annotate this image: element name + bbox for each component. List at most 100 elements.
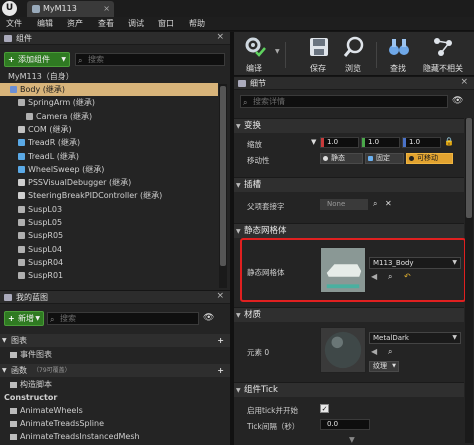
add-component-button[interactable]: + 添加组件 ▼	[4, 52, 70, 67]
component-tick-title: 组件Tick	[244, 385, 278, 395]
components-scrollbar[interactable]	[219, 84, 227, 288]
menu-debug[interactable]: 调试	[128, 18, 144, 29]
close-icon[interactable]: ×	[216, 32, 224, 42]
scale-y-field[interactable]: 1.0	[361, 137, 400, 148]
static-mesh-category[interactable]: ▼ 静态网格体	[234, 223, 464, 238]
menu-help[interactable]: 帮助	[189, 18, 205, 29]
scale-x-field[interactable]: 1.0	[320, 137, 359, 148]
use-selected-icon[interactable]: ◀	[371, 347, 377, 356]
start-with-tick-checkbox[interactable]: ✓	[320, 404, 329, 413]
component-tree-item[interactable]: SpringArm (继承)	[0, 96, 218, 109]
save-button[interactable]: 保存	[300, 34, 336, 74]
scale-z-field[interactable]: 1.0	[402, 137, 441, 148]
component-tree-item[interactable]: TreadR (继承)	[0, 136, 218, 149]
component-icon	[18, 125, 25, 133]
eye-icon[interactable]: 👁	[452, 96, 463, 106]
menu-view[interactable]: 查看	[98, 18, 114, 29]
eye-icon[interactable]: 👁	[203, 313, 214, 323]
menu-edit[interactable]: 编辑	[37, 18, 53, 29]
function-icon	[10, 434, 17, 440]
dropdown-arrow-icon[interactable]: ▼	[311, 138, 316, 146]
component-tree-item[interactable]: PSSVisualDebugger (继承)	[0, 176, 218, 189]
component-tree-item[interactable]: Camera (继承)	[0, 110, 218, 123]
component-tree-item[interactable]: SuspR05	[0, 229, 218, 242]
sockets-category[interactable]: ▼ 插槽	[234, 177, 464, 192]
document-tab[interactable]: MyM113 ×	[27, 1, 114, 17]
component-tick-category[interactable]: ▼ 组件Tick	[234, 382, 464, 397]
component-tree-item[interactable]: COM (继承)	[0, 123, 218, 136]
component-icon	[18, 99, 25, 107]
component-tree-item[interactable]: SuspR04	[0, 256, 218, 269]
expand-arrow-icon[interactable]: ▼	[349, 435, 355, 444]
graphs-section[interactable]: ▼ 图表 +	[0, 334, 230, 347]
chevron-down-icon: ▼	[236, 312, 241, 319]
function-icon	[10, 382, 17, 388]
close-icon[interactable]: ×	[460, 77, 468, 87]
components-search-input[interactable]: ⌕ 搜索	[75, 53, 225, 66]
parent-socket-field[interactable]: None	[320, 199, 368, 210]
search-icon[interactable]: ⌕	[388, 347, 392, 357]
details-search-input[interactable]: ⌕ 搜索详情	[240, 95, 448, 108]
event-graph-item[interactable]: 事件图表	[0, 349, 220, 361]
component-tree-item[interactable]: SuspR01	[0, 269, 218, 282]
component-label: SpringArm (继承)	[28, 98, 96, 108]
functions-section[interactable]: ▼ 函数 （79可覆盖） +	[0, 364, 230, 377]
component-tree-item[interactable]: SuspL05	[0, 216, 218, 229]
blueprint-toolbar: 编译 ▼ 保存 浏览 查找 隐藏不相关	[234, 32, 474, 76]
mobility-static-button[interactable]: 静态	[320, 153, 363, 164]
component-label: TreadL (继承)	[28, 151, 79, 161]
component-tree-item[interactable]: TreadL (继承)	[0, 150, 218, 163]
chevron-down-icon[interactable]: ▼	[275, 48, 280, 55]
construction-script-item[interactable]: 构造脚本	[0, 379, 220, 391]
component-tree-item[interactable]: WheelSweep (继承)	[0, 163, 218, 176]
menu-window[interactable]: 窗口	[158, 18, 174, 29]
component-tree-item[interactable]: SuspL04	[0, 243, 218, 256]
material-thumbnail[interactable]	[320, 327, 366, 373]
function-item[interactable]: AnimateTreadsSpline	[0, 418, 220, 430]
component-tree-item[interactable]: Body (继承)	[0, 83, 218, 96]
details-icon	[238, 80, 246, 87]
chevron-down-icon: ▼	[392, 363, 396, 369]
toolbar-divider	[376, 42, 377, 68]
menu-file[interactable]: 文件	[6, 18, 22, 29]
component-icon	[18, 179, 25, 187]
add-graph-icon[interactable]: +	[217, 334, 224, 347]
graphs-label: 图表	[11, 336, 27, 345]
close-icon[interactable]: ×	[103, 1, 110, 17]
browse-button[interactable]: 浏览	[335, 34, 371, 74]
close-icon[interactable]: ×	[216, 291, 224, 301]
stationary-icon	[368, 156, 373, 161]
component-tree-item[interactable]: SteeringBreakPIDController (继承)	[0, 189, 218, 202]
hide-unrelated-button[interactable]: 隐藏不相关	[420, 34, 466, 74]
clear-icon[interactable]: ✕	[385, 199, 392, 208]
menu-assets[interactable]: 资产	[67, 18, 83, 29]
mobility-movable-button[interactable]: 可移动	[406, 153, 453, 164]
scrollbar-thumb[interactable]	[466, 118, 472, 218]
materials-category[interactable]: ▼ 材质	[234, 307, 464, 322]
blueprint-search-input[interactable]: ⌕ 搜索	[47, 312, 199, 325]
component-root[interactable]: MyM113（自身）	[0, 70, 218, 83]
texture-button[interactable]: 纹理 ▼	[369, 361, 399, 372]
transform-category[interactable]: ▼ 变换	[234, 118, 464, 133]
function-item[interactable]: AnimateTreadsInstancedMesh	[0, 431, 220, 443]
compile-button[interactable]: 编译	[236, 34, 272, 74]
mobility-static-label: 静态	[331, 154, 345, 162]
add-function-icon[interactable]: +	[217, 364, 224, 377]
chevron-down-icon: ▼	[236, 387, 241, 394]
new-button[interactable]: + 新增 ▼	[4, 311, 44, 326]
mobility-stationary-button[interactable]: 固定	[365, 153, 404, 164]
material-dropdown[interactable]: MetalDark ▼	[369, 332, 461, 344]
tick-interval-field[interactable]: 0.0	[320, 419, 370, 430]
compile-label: 编译	[246, 64, 262, 73]
component-tree-item[interactable]: SuspL03	[0, 203, 218, 216]
details-scrollbar[interactable]	[465, 118, 473, 443]
search-icon[interactable]: ⌕	[373, 199, 377, 209]
details-header: 细节 ×	[234, 77, 474, 90]
lock-icon[interactable]: 🔒	[444, 137, 454, 146]
scrollbar-thumb[interactable]	[220, 86, 226, 266]
function-item[interactable]: AnimateWheels	[0, 405, 220, 417]
constructor-category[interactable]: Constructor	[0, 392, 220, 404]
blueprint-icon	[32, 5, 40, 13]
my-blueprint-header: 我的蓝图 ×	[0, 291, 230, 304]
find-button[interactable]: 查找	[380, 34, 416, 74]
